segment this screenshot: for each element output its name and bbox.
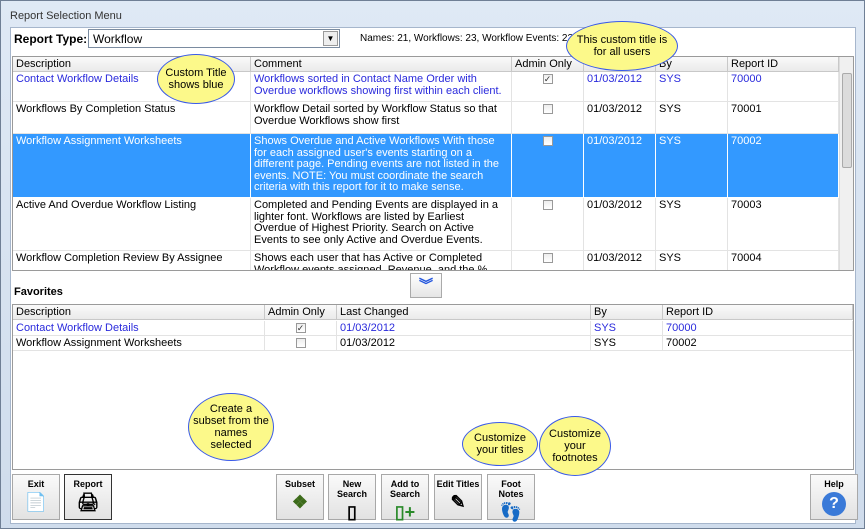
favorites-grid[interactable]: Description Admin Only Last Changed By Repor…	[12, 304, 854, 470]
column-header[interactable]: Description	[13, 305, 265, 320]
exit-button[interactable]: Exit 📄	[12, 474, 60, 520]
cell-by: SYS	[656, 134, 728, 198]
chevron-down-icon[interactable]: ▼	[323, 31, 338, 46]
cell-last-changed: 01/03/2012	[337, 336, 591, 351]
cell-description: Workflows By Completion Status	[13, 102, 251, 134]
cell-by: SYS	[656, 198, 728, 251]
column-header[interactable]: Admin Only	[265, 305, 337, 320]
cell-last-changed: 01/03/2012	[584, 102, 656, 134]
exit-document-icon: 📄	[24, 492, 48, 512]
cell-description: Contact Workflow Details	[13, 321, 265, 336]
new-search-label: New Search	[336, 479, 368, 499]
cell-admin-only	[512, 198, 584, 251]
new-search-button[interactable]: New Search ▯	[328, 474, 376, 522]
cell-admin-only	[512, 251, 584, 270]
foot-notes-button[interactable]: Foot Notes 👣	[487, 474, 535, 522]
cell-report-id: 70001	[728, 102, 839, 134]
cell-by: SYS	[591, 336, 663, 351]
cell-last-changed: 01/03/2012	[584, 251, 656, 270]
exit-label: Exit	[27, 479, 45, 489]
callout-edit-titles: Customize your titles	[462, 422, 538, 466]
report-type-label: Report Type:	[14, 32, 88, 46]
edit-titles-button[interactable]: Edit Titles ✎	[434, 474, 482, 520]
subset-button[interactable]: Subset ❖	[276, 474, 324, 520]
help-button[interactable]: Help?	[810, 474, 858, 520]
cell-report-id: 70000	[663, 321, 853, 336]
cell-report-id: 70004	[728, 251, 839, 270]
cell-comment: Shows Overdue and Active Workflows With …	[251, 134, 512, 198]
new-document-icon: ▯	[347, 502, 357, 522]
cell-admin-only	[265, 336, 337, 351]
cell-report-id: 70002	[728, 134, 839, 198]
column-header[interactable]: Admin Only	[512, 57, 584, 72]
edit-document-icon: ✎	[450, 492, 466, 512]
cell-comment: Completed and Pending Events are display…	[251, 198, 512, 251]
admin-only-checkbox[interactable]	[542, 104, 553, 114]
report-type-select[interactable]: Workflow ▼	[88, 29, 340, 48]
cell-comment: Shows each user that has Active or Compl…	[251, 251, 512, 270]
footprints-icon: 👣	[499, 502, 523, 522]
cell-admin-only	[512, 134, 584, 198]
cell-description: Workflow Assignment Worksheets	[13, 134, 251, 198]
cell-description: Workflow Completion Review By Assignee	[13, 251, 251, 270]
admin-only-checkbox[interactable]	[542, 253, 553, 263]
report-label: Report	[73, 479, 103, 489]
column-header[interactable]: Report ID	[663, 305, 853, 320]
admin-only-checkbox[interactable]	[542, 136, 553, 146]
admin-only-checkbox[interactable]: ✓	[295, 323, 306, 333]
report-type-value: Workflow	[93, 32, 143, 46]
cell-by: SYS	[656, 251, 728, 270]
column-header[interactable]: Last Changed	[337, 305, 591, 320]
foot-notes-label: Foot Notes	[498, 479, 524, 499]
edit-titles-label: Edit Titles	[436, 479, 480, 489]
callout-custom-title: Custom Title shows blue	[157, 54, 235, 104]
cell-last-changed: 01/03/2012	[337, 321, 591, 336]
help-icon: ?	[822, 492, 846, 516]
admin-only-checkbox[interactable]	[542, 200, 553, 210]
printer-icon: 🖨	[76, 492, 100, 512]
callout-foot-notes: Customize your footnotes	[539, 416, 611, 476]
cell-admin-only: ✓	[512, 72, 584, 102]
callout-subset: Create a subset from the names selected	[188, 393, 274, 461]
admin-only-checkbox[interactable]	[295, 338, 306, 348]
admin-only-checkbox[interactable]: ✓	[542, 74, 553, 84]
cell-description: Active And Overdue Workflow Listing	[13, 198, 251, 251]
chevron-down-icon: ︾	[419, 277, 433, 293]
cell-admin-only: ✓	[265, 321, 337, 336]
column-header[interactable]: Comment	[251, 57, 512, 72]
help-label: Help	[824, 479, 844, 489]
window-title: Report Selection Menu	[10, 10, 122, 22]
cell-report-id: 70003	[728, 198, 839, 251]
add-document-icon: ▯+	[394, 502, 416, 522]
cell-comment: Workflows sorted in Contact Name Order w…	[251, 72, 512, 102]
favorites-label: Favorites	[14, 286, 63, 298]
cell-by: SYS	[656, 72, 728, 102]
cell-last-changed: 01/03/2012	[584, 198, 656, 251]
cell-report-id: 70000	[728, 72, 839, 102]
cell-report-id: 70002	[663, 336, 853, 351]
report-button[interactable]: Report 🖨	[64, 474, 112, 520]
cell-comment: Workflow Detail sorted by Workflow Statu…	[251, 102, 512, 134]
callout-all-users: This custom title is for all users	[566, 21, 678, 71]
add-to-favorites-button[interactable]: ︾	[410, 273, 442, 298]
cell-by: SYS	[656, 102, 728, 134]
add-to-search-label: Add to Search	[389, 479, 421, 499]
add-to-search-button[interactable]: Add to Search ▯+	[381, 474, 429, 522]
cell-by: SYS	[591, 321, 663, 336]
scrollbar-thumb[interactable]	[842, 73, 852, 168]
column-header[interactable]: Report ID	[728, 57, 839, 72]
puzzle-icon: ❖	[291, 492, 309, 512]
cell-last-changed: 01/03/2012	[584, 134, 656, 198]
vertical-scrollbar[interactable]	[839, 57, 853, 270]
cell-admin-only	[512, 102, 584, 134]
cell-last-changed: 01/03/2012	[584, 72, 656, 102]
record-counts: Names: 21, Workflows: 23, Workflow Event…	[360, 33, 579, 44]
reports-grid[interactable]: Description Comment Admin Only By Report ID C…	[12, 56, 854, 271]
cell-description: Workflow Assignment Worksheets	[13, 336, 265, 351]
subset-label: Subset	[284, 479, 315, 489]
column-header[interactable]: By	[591, 305, 663, 320]
